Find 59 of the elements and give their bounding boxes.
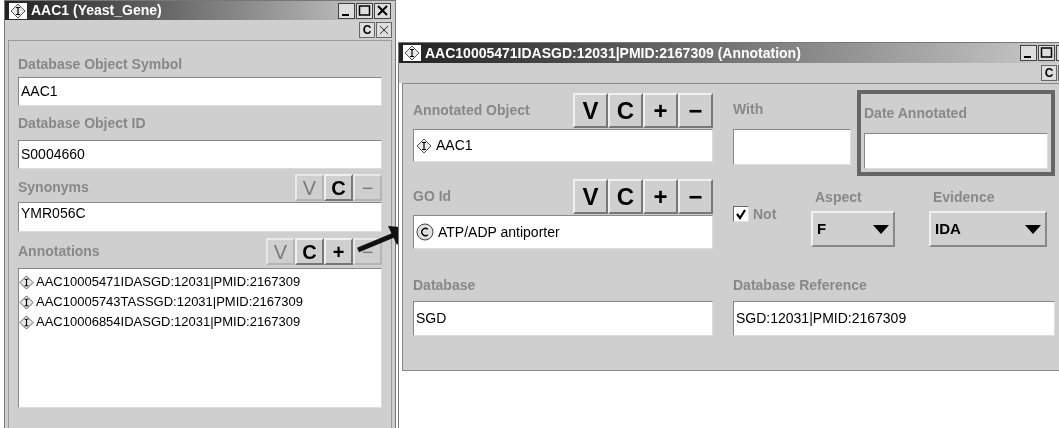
instance-diamond-icon bbox=[19, 274, 34, 290]
text-field[interactable] bbox=[733, 129, 851, 165]
minimize-icon[interactable] bbox=[338, 2, 355, 19]
tool-button[interactable]: V bbox=[573, 93, 608, 128]
not-checkbox[interactable] bbox=[733, 206, 749, 222]
tool-button[interactable]: + bbox=[324, 238, 353, 265]
tool-button[interactable]: − bbox=[678, 179, 713, 214]
minimize-icon[interactable] bbox=[1020, 45, 1037, 61]
instance-diamond-icon bbox=[404, 45, 420, 61]
text-field[interactable]: SGD bbox=[413, 301, 713, 336]
tool-button[interactable]: C bbox=[295, 238, 324, 265]
tool-button[interactable]: + bbox=[643, 93, 678, 128]
annotation-list-item[interactable]: AAC10005743TASSGD:12031|PMID:2167309 bbox=[19, 292, 381, 312]
field-label: GO Id bbox=[413, 187, 452, 206]
instance-diamond-icon bbox=[10, 2, 26, 19]
field-label: Database Object Symbol bbox=[18, 54, 184, 74]
field-label: Annotated Object bbox=[413, 101, 530, 120]
dropdown-arrow-icon bbox=[1025, 224, 1041, 234]
field-label: Evidence bbox=[932, 188, 996, 207]
window-title: AAC10005471IDASGD:12031|PMID:2167309 (Annotation) bbox=[425, 43, 801, 63]
field-label: Synonyms bbox=[18, 178, 89, 197]
annotation-list-item[interactable]: AAC10005471IDASGD:12031|PMID:2167309 bbox=[19, 272, 381, 292]
instance-diamond-icon bbox=[416, 137, 432, 154]
dropdown[interactable]: IDA bbox=[929, 211, 1047, 247]
tool-button[interactable]: V bbox=[573, 179, 608, 214]
field-label: Date Annotated bbox=[864, 104, 968, 123]
copy-button[interactable]: C bbox=[1041, 65, 1057, 81]
field-label: Database Reference bbox=[733, 275, 868, 295]
tool-button[interactable]: C bbox=[324, 174, 353, 201]
field-label: With bbox=[733, 100, 765, 119]
copy-button[interactable]: C bbox=[359, 22, 375, 38]
dropdown-arrow-icon bbox=[873, 224, 889, 234]
tool-button[interactable]: − bbox=[678, 93, 713, 128]
field-label: Database bbox=[413, 275, 477, 295]
field-label: Not bbox=[753, 204, 777, 224]
close-icon[interactable] bbox=[374, 2, 391, 19]
text-field[interactable]: AAC1 bbox=[413, 129, 713, 162]
text-field[interactable]: S0004660 bbox=[18, 140, 382, 169]
tool-button[interactable]: C bbox=[608, 93, 643, 128]
text-field[interactable] bbox=[864, 133, 1048, 169]
instance-diamond-icon bbox=[19, 294, 34, 310]
field-label: Database Object ID bbox=[18, 113, 147, 133]
maximize-icon[interactable] bbox=[356, 2, 373, 19]
tool-button[interactable]: C bbox=[608, 179, 643, 214]
field-label: Aspect bbox=[814, 188, 863, 207]
checkmark-icon bbox=[735, 208, 747, 220]
tool-button[interactable]: + bbox=[643, 179, 678, 214]
text-field[interactable]: SGD:12031|PMID:2167309 bbox=[733, 301, 1055, 336]
annotation-list-item[interactable]: AAC10006854IDASGD:12031|PMID:2167309 bbox=[19, 312, 381, 332]
maximize-icon[interactable] bbox=[1038, 45, 1055, 61]
close-icon[interactable] bbox=[376, 22, 392, 38]
instance-diamond-icon bbox=[19, 314, 34, 330]
text-field[interactable]: ATP/ADP antiporter bbox=[413, 215, 713, 249]
text-field[interactable]: YMR056C bbox=[18, 202, 382, 232]
window-title: AAC1 (Yeast_Gene) bbox=[31, 1, 162, 20]
field-label: Annotations bbox=[18, 242, 100, 261]
dropdown[interactable]: F bbox=[811, 211, 895, 247]
class-circle-icon bbox=[416, 223, 434, 241]
text-field[interactable]: AAC1 bbox=[18, 77, 382, 106]
